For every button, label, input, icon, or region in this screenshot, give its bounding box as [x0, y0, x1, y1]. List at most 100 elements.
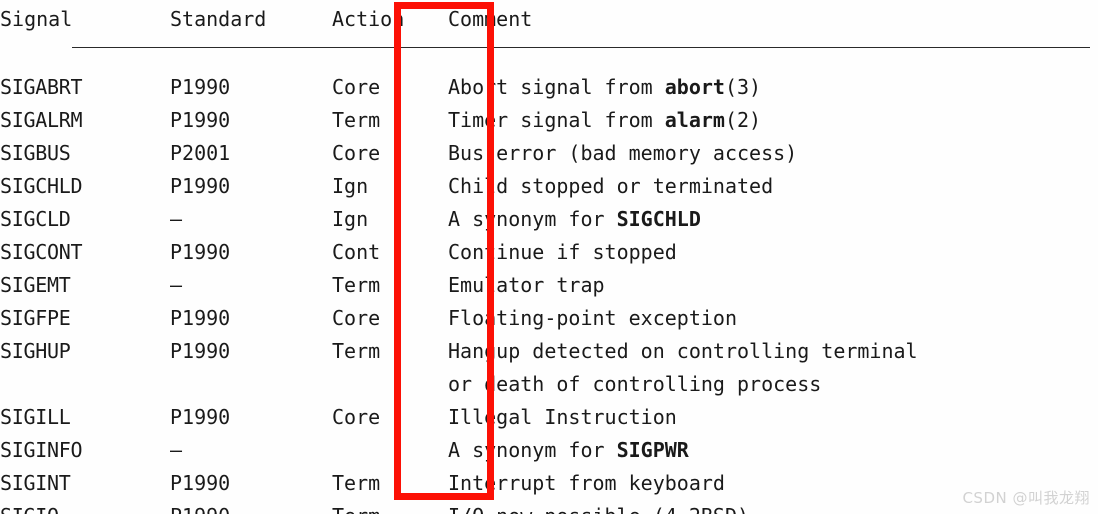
cell-comment: Floating-point exception	[448, 302, 1098, 335]
cell-signal: SIGIO	[0, 500, 170, 514]
comment-bold: abort	[664, 75, 725, 99]
comment-prefix: A synonym for	[448, 207, 617, 231]
cell-action: Ign	[332, 207, 369, 231]
cell-comment: Child stopped or terminated	[448, 170, 1098, 203]
cell-standard: P1990	[170, 174, 231, 198]
comment-prefix: Illegal Instruction	[448, 405, 677, 429]
comment-prefix: Bus error (bad memory access)	[448, 141, 798, 165]
cell-action: Core	[332, 75, 381, 99]
cell-signal: SIGBUS	[0, 141, 71, 165]
signal-table-page: Signal Standard Action Comment SIGABRT P…	[0, 0, 1098, 514]
cell-action: Cont	[332, 240, 381, 264]
comment-prefix: A synonym for	[448, 438, 617, 462]
table-row: SIGINFO – A synonym for SIGPWR	[0, 434, 1098, 467]
cell-action: Core	[332, 141, 381, 165]
cell-comment: Hangup detected on controlling terminal	[448, 335, 1098, 368]
table-row: SIGINT P1990 Term Interrupt from keyboar…	[0, 467, 1098, 500]
header-spacer-row	[0, 47, 1098, 71]
cell-action: Term	[332, 273, 381, 297]
table-row: SIGBUS P2001 Core Bus error (bad memory …	[0, 137, 1098, 170]
table-row: SIGALRM P1990 Term Timer signal from ala…	[0, 104, 1098, 137]
table-row: SIGCONT P1990 Cont Continue if stopped	[0, 236, 1098, 269]
cell-standard: P1990	[170, 405, 231, 429]
cell-standard: P1990	[170, 339, 231, 363]
cell-action	[332, 434, 448, 467]
cell-standard: P1990	[170, 471, 231, 495]
table-body: SIGABRT P1990 Core Abort signal from abo…	[0, 47, 1098, 514]
comment-prefix: Abort signal from	[448, 75, 665, 99]
table-row: SIGEMT – Term Emulator trap	[0, 269, 1098, 302]
table-row: SIGILL P1990 Core Illegal Instruction	[0, 401, 1098, 434]
cell-comment: Bus error (bad memory access)	[448, 137, 1098, 170]
cell-signal: SIGCLD	[0, 207, 71, 231]
cell-comment-line2: or death of controlling process	[448, 372, 822, 396]
column-header-signal: Signal	[0, 7, 73, 31]
cell-comment: Abort signal from abort(3)	[448, 71, 1098, 104]
table-row: SIGCLD – Ign A synonym for SIGCHLD	[0, 203, 1098, 236]
table-row: SIGHUP P1990 Term Hangup detected on con…	[0, 335, 1098, 368]
comment-bold: SIGCHLD	[616, 207, 701, 231]
column-header-comment: Comment	[448, 7, 533, 31]
column-header-standard: Standard	[170, 7, 267, 31]
cell-standard: P1990	[170, 306, 231, 330]
cell-action: Ign	[332, 174, 369, 198]
comment-suffix: (2)	[724, 108, 762, 132]
comment-bold: SIGPWR	[616, 438, 689, 462]
cell-signal: SIGHUP	[0, 339, 71, 363]
cell-signal-empty	[0, 368, 170, 401]
table-row: SIGFPE P1990 Core Floating-point excepti…	[0, 302, 1098, 335]
watermark-text: CSDN @叫我龙翔	[962, 489, 1090, 507]
comment-bold: alarm	[664, 108, 725, 132]
header-divider-rule	[72, 47, 1090, 48]
cell-comment: Timer signal from alarm(2)	[448, 104, 1098, 137]
cell-signal: SIGCONT	[0, 240, 83, 264]
comment-prefix: I/O now possible (4.2BSD)	[448, 504, 749, 514]
cell-signal: SIGFPE	[0, 306, 71, 330]
comment-prefix: Floating-point exception	[448, 306, 737, 330]
table-header-row: Signal Standard Action Comment	[0, 0, 1098, 47]
cell-standard: P2001	[170, 141, 231, 165]
cell-action: Term	[332, 471, 381, 495]
table-clip-region: Signal Standard Action Comment SIGABRT P…	[0, 0, 1098, 514]
cell-action-empty	[332, 368, 448, 401]
cell-action: Term	[332, 339, 381, 363]
cell-action: Term	[332, 108, 381, 132]
cell-signal: SIGALRM	[0, 108, 83, 132]
cell-standard: –	[170, 207, 183, 231]
table-row: SIGIO P1990 Term I/O now possible (4.2BS…	[0, 500, 1098, 514]
comment-prefix: Emulator trap	[448, 273, 605, 297]
cell-action: Term	[332, 500, 448, 514]
comment-prefix: Continue if stopped	[448, 240, 677, 264]
cell-comment: A synonym for SIGCHLD	[448, 203, 1098, 236]
table-row: SIGCHLD P1990 Ign Child stopped or termi…	[0, 170, 1098, 203]
signal-reference-table: Signal Standard Action Comment SIGABRT P…	[0, 0, 1098, 514]
cell-standard: –	[170, 438, 183, 462]
cell-signal: SIGINFO	[0, 438, 83, 462]
comment-prefix: Hangup detected on controlling terminal	[448, 339, 918, 363]
cell-signal: SIGABRT	[0, 75, 83, 99]
cell-standard: P1990	[170, 108, 231, 132]
cell-signal: SIGINT	[0, 471, 71, 495]
cell-comment: Illegal Instruction	[448, 401, 1098, 434]
cell-standard: –	[170, 273, 183, 297]
cell-comment: Continue if stopped	[448, 236, 1098, 269]
column-header-action: Action	[332, 7, 405, 31]
cell-signal: SIGCHLD	[0, 174, 83, 198]
cell-signal: SIGEMT	[0, 273, 71, 297]
table-row: SIGABRT P1990 Core Abort signal from abo…	[0, 71, 1098, 104]
cell-comment: Emulator trap	[448, 269, 1098, 302]
cell-signal: SIGILL	[0, 405, 71, 429]
cell-action: Core	[332, 405, 381, 429]
table-row-continuation: or death of controlling process	[0, 368, 1098, 401]
comment-prefix: Child stopped or terminated	[448, 174, 774, 198]
cell-standard: P1990	[170, 500, 332, 514]
cell-standard-empty	[170, 368, 332, 401]
cell-standard: P1990	[170, 240, 231, 264]
cell-action: Core	[332, 306, 381, 330]
table-header: Signal Standard Action Comment	[0, 0, 1098, 47]
comment-suffix: (3)	[724, 75, 762, 99]
comment-prefix: Timer signal from	[448, 108, 665, 132]
comment-prefix: Interrupt from keyboard	[448, 471, 725, 495]
cell-comment: A synonym for SIGPWR	[448, 434, 1098, 467]
cell-standard: P1990	[170, 75, 231, 99]
